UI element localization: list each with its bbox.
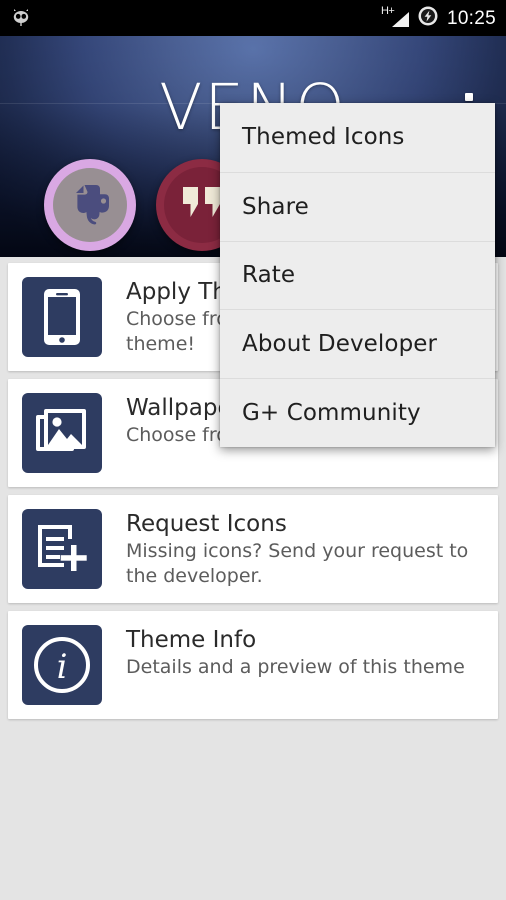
info-circle-icon: i: [22, 625, 102, 705]
card-subtitle: Details and a preview of this theme: [126, 656, 465, 678]
request-icons-glyph: [38, 525, 87, 571]
menu-item-themed-icons[interactable]: Themed Icons: [220, 103, 495, 172]
card-request-icons[interactable]: Request Icons Missing icons? Send your r…: [8, 495, 498, 603]
status-bar-left: [10, 7, 32, 29]
status-bar-right: H+ 10:25: [381, 5, 496, 32]
card-title: Theme Info: [126, 627, 257, 653]
menu-item-about-developer[interactable]: About Developer: [220, 309, 495, 378]
evernote-icon: [44, 159, 136, 251]
signal-bars-icon: H+: [381, 6, 409, 29]
battery-charging-icon: [417, 5, 439, 32]
card-text: Theme Info Details and a preview of this…: [126, 625, 465, 680]
signal-triangle: [391, 12, 409, 27]
status-bar: H+ 10:25: [0, 0, 506, 36]
elephant-glyph: [76, 185, 109, 225]
wallpaper-gallery-glyph: [36, 409, 86, 451]
request-icons-icon: [22, 509, 102, 589]
overflow-menu: Themed Icons Share Rate About Developer …: [220, 103, 495, 447]
status-bar-clock: 10:25: [446, 7, 496, 29]
phone-device-icon: [22, 277, 102, 357]
menu-item-rate[interactable]: Rate: [220, 240, 495, 310]
phone-screen: H+ 10:25 VENO: [0, 0, 506, 900]
preview-icon-row: [44, 159, 248, 251]
card-title: Request Icons: [126, 511, 287, 537]
card-theme-info[interactable]: i Theme Info Details and a preview of th…: [8, 611, 498, 719]
phone-device-glyph: [44, 289, 80, 345]
overflow-dot-1: [465, 93, 473, 101]
menu-item-share[interactable]: Share: [220, 171, 495, 241]
menu-item-g-plus-community[interactable]: G+ Community: [220, 378, 495, 447]
svg-text:i: i: [57, 647, 68, 687]
info-circle-glyph: i: [34, 637, 90, 693]
cyanogenmod-skull-icon: [10, 7, 32, 29]
card-subtitle: Missing icons? Send your request to the …: [126, 540, 469, 587]
card-text: Request Icons Missing icons? Send your r…: [126, 509, 484, 589]
wallpaper-gallery-icon: [22, 393, 102, 473]
